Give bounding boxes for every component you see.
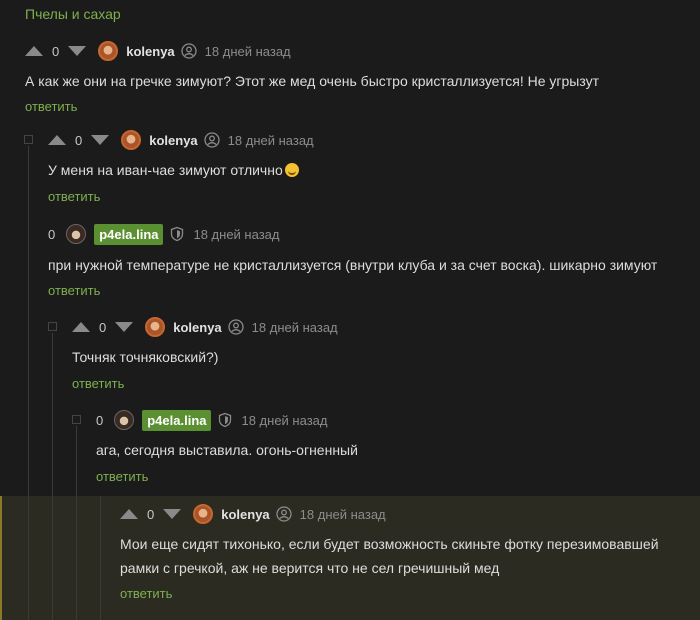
user-avatar[interactable] <box>121 130 142 150</box>
comment-date: 18 дней назад <box>251 319 338 335</box>
reply-link[interactable]: ответить <box>120 586 172 601</box>
comment-text-line: Мои еще сидят тихонько, если будет возмо… <box>120 536 659 552</box>
shield-icon <box>171 226 184 242</box>
username[interactable]: kolenya <box>126 44 174 59</box>
reply-link[interactable]: ответить <box>25 99 77 114</box>
comment-header: 0 p4ela.lina 18 дней назад <box>96 408 327 432</box>
wink-smiley-icon <box>284 163 299 177</box>
user-avatar[interactable] <box>145 317 166 337</box>
upvote-icon[interactable] <box>25 46 43 56</box>
comment-header: 0 kolenya 18 дней назад <box>48 128 314 152</box>
thread-line <box>28 496 29 620</box>
upvote-icon[interactable] <box>72 322 90 332</box>
collapse-toggle[interactable] <box>48 322 57 331</box>
comment-highlighted: 0 kolenya 18 дней назад Мои еще сидят ти… <box>0 496 700 620</box>
username[interactable]: p4ela.lina <box>142 409 212 431</box>
comment: 0 kolenya 18 дней назад Точняк точняковс… <box>0 315 700 620</box>
comment-score: 0 <box>52 43 60 59</box>
comment-header: 0 p4ela.lina 18 дней назад <box>48 222 279 246</box>
username[interactable]: kolenya <box>221 507 269 522</box>
comment-text-body: У меня на иван-чае зимуют отлично <box>48 162 283 178</box>
username[interactable]: p4ela.lina <box>94 223 164 245</box>
collapse-toggle[interactable] <box>24 135 33 144</box>
user-avatar[interactable] <box>98 41 119 61</box>
username[interactable]: kolenya <box>173 320 221 335</box>
user-icon <box>228 319 244 335</box>
thread-line <box>100 496 101 620</box>
comment: 0 p4ela.lina 18 дней назад ага, сегодня … <box>0 408 700 620</box>
downvote-icon[interactable] <box>68 46 87 56</box>
user-avatar[interactable] <box>114 410 135 430</box>
comment-header: 0 kolenya 18 дней назад <box>120 502 386 526</box>
comment-score: 0 <box>75 132 83 148</box>
downvote-icon[interactable] <box>91 135 110 145</box>
downvote-icon[interactable] <box>163 509 182 519</box>
comment: 0 p4ela.lina 18 дней назад при нужной те… <box>0 222 700 308</box>
reply-link[interactable]: ответить <box>48 283 100 298</box>
comment-text: при нужной температуре не кристаллизуетс… <box>48 257 658 273</box>
comment-date: 18 дней назад <box>241 412 328 428</box>
comment-text: ага, сегодня выставила. огонь-огненный <box>96 442 358 458</box>
comment: 0 kolenya 18 дней назад А как же они на … <box>0 38 700 122</box>
user-icon <box>181 43 197 59</box>
downvote-icon[interactable] <box>115 322 134 332</box>
comment-date: 18 дней назад <box>193 226 280 242</box>
comment: 0 kolenya 18 дней назад У меня на иван-ч… <box>0 128 700 618</box>
comment-text-line: рамки с гречкой, аж не верится что не се… <box>120 560 500 576</box>
username[interactable]: kolenya <box>149 133 197 148</box>
reply-link[interactable]: ответить <box>96 469 148 484</box>
thread-line <box>52 496 53 620</box>
comment-date: 18 дней назад <box>204 43 291 59</box>
reply-link[interactable]: ответить <box>48 189 100 204</box>
shield-icon <box>219 412 232 428</box>
user-icon <box>204 132 220 148</box>
upvote-icon[interactable] <box>120 509 138 519</box>
thread-line <box>76 496 77 620</box>
comment-text: У меня на иван-чае зимуют отлично <box>48 158 299 182</box>
user-icon <box>276 506 292 522</box>
comment-header: 0 kolenya 18 дней назад <box>72 315 338 339</box>
comment-score: 0 <box>99 319 107 335</box>
comment-score: 0 <box>147 506 155 522</box>
reply-link[interactable]: ответить <box>72 376 124 391</box>
comment-date: 18 дней назад <box>227 132 314 148</box>
topic-title[interactable]: Пчелы и сахар <box>25 6 121 22</box>
comment-score: 0 <box>96 412 104 428</box>
comment-score: 0 <box>48 226 56 242</box>
collapse-toggle[interactable] <box>72 415 81 424</box>
upvote-icon[interactable] <box>48 135 66 145</box>
user-avatar[interactable] <box>66 224 87 244</box>
comment-text: А как же они на гречке зимуют? Этот же м… <box>25 73 600 89</box>
comment-header: 0 kolenya 18 дней назад <box>25 39 291 63</box>
comment-text: Точняк точняковский?) <box>72 349 219 365</box>
comment-text: Мои еще сидят тихонько, если будет возмо… <box>120 532 659 580</box>
user-avatar[interactable] <box>193 504 214 524</box>
comment-date: 18 дней назад <box>299 506 386 522</box>
